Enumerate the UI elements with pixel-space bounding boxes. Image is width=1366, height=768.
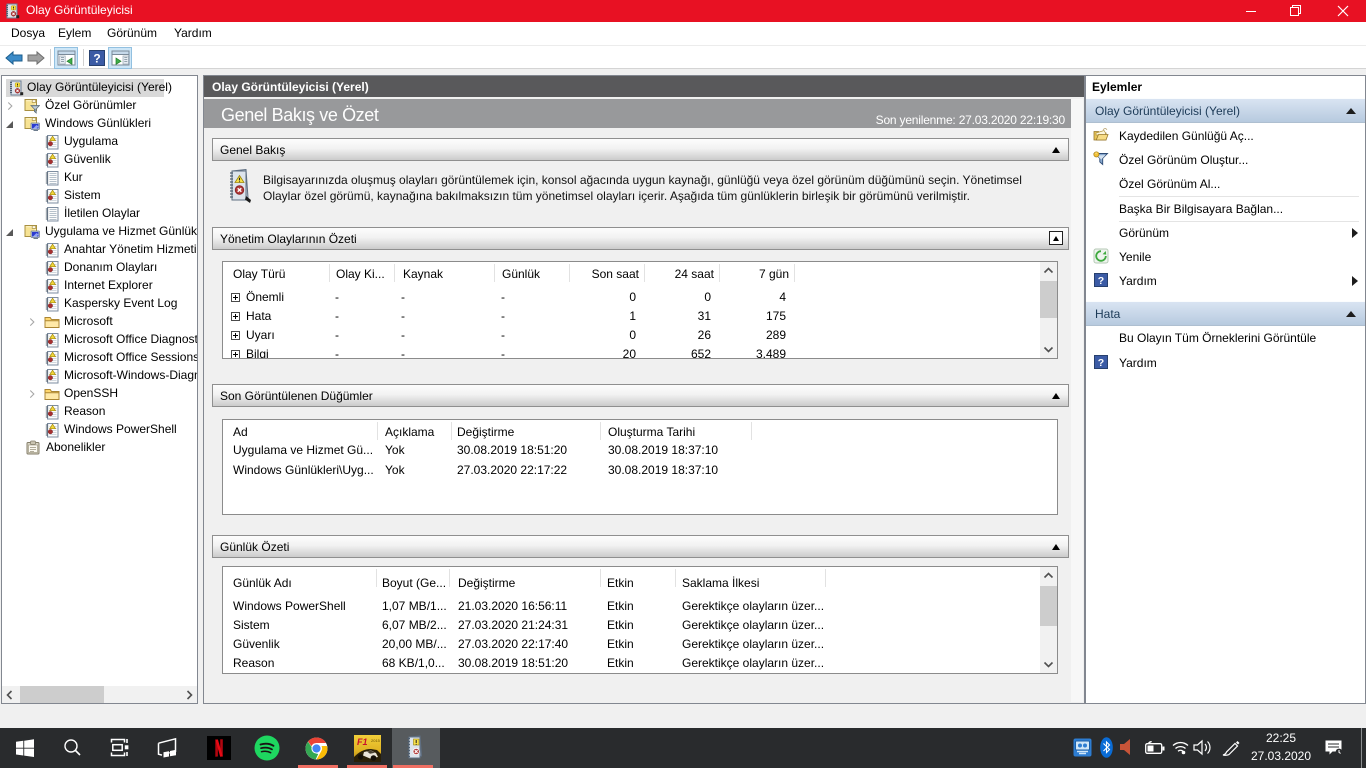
svg-text:F1: F1 xyxy=(357,737,368,747)
svg-text:?: ? xyxy=(93,52,100,66)
svg-text:2015: 2015 xyxy=(371,738,381,743)
svg-text:?: ? xyxy=(1098,275,1104,287)
svg-text:?: ? xyxy=(1098,357,1104,369)
